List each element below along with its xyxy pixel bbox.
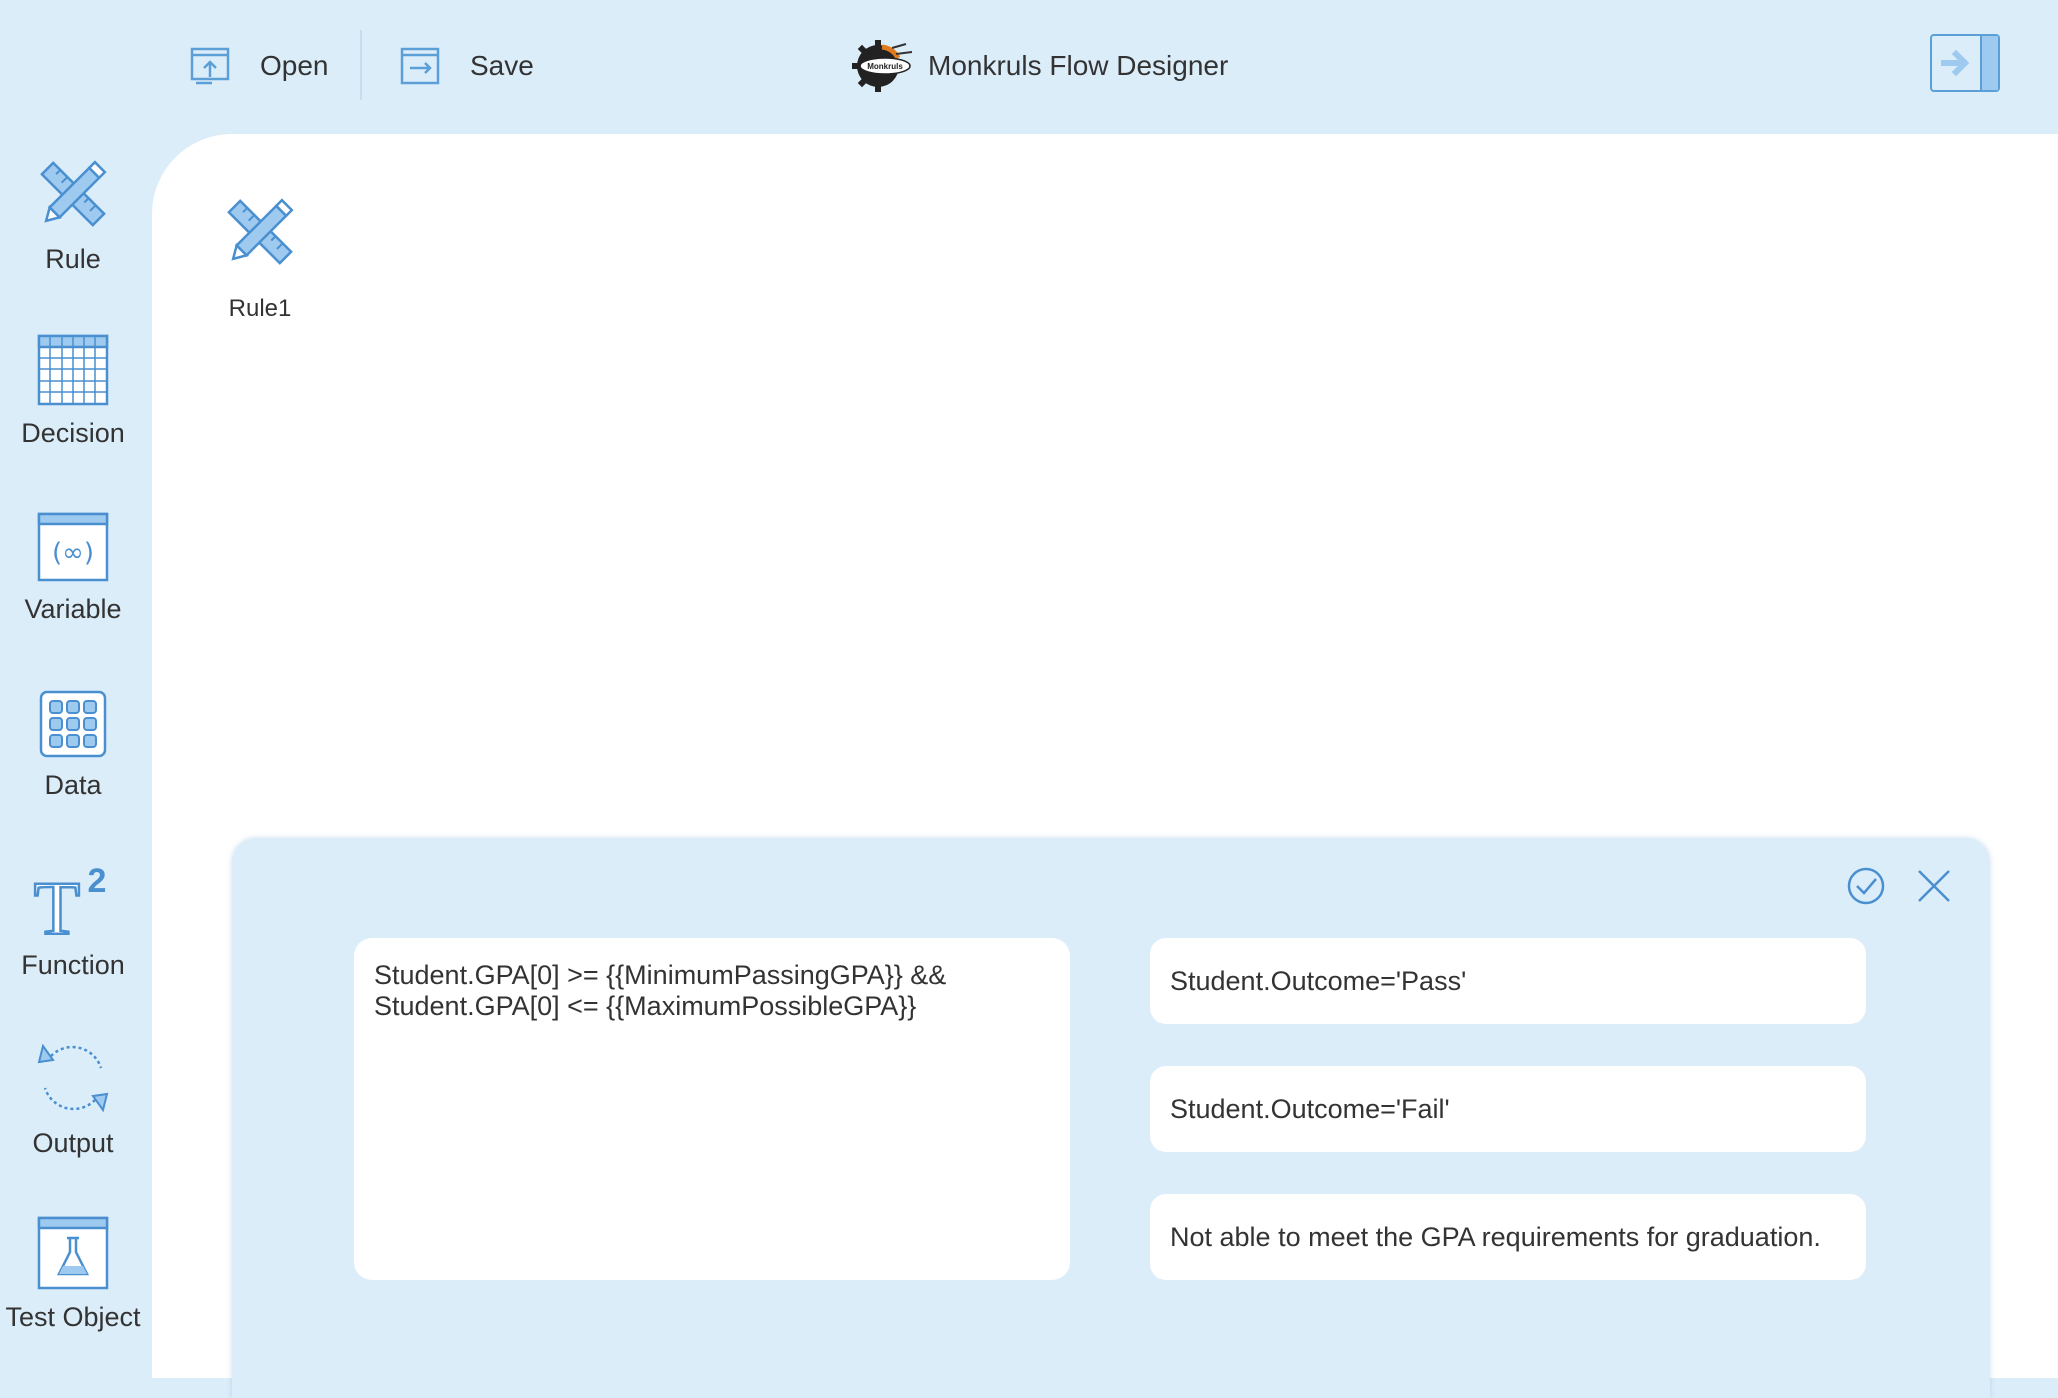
open-label: Open — [260, 50, 329, 81]
sidebar-item-rule[interactable]: Rule — [0, 156, 146, 275]
monkruls-logo: Monkruls — [852, 40, 913, 92]
rule-editor-panel: Student.GPA[0] >= {{MinimumPassingGPA}} … — [232, 838, 1990, 1398]
svg-text:(∞): (∞) — [52, 538, 94, 568]
sidebar-item-decision[interactable]: Decision — [0, 334, 146, 449]
save-button[interactable]: Save — [400, 36, 534, 96]
message-text: Not able to meet the GPA requirements fo… — [1170, 1221, 1821, 1252]
sidebar-label-decision: Decision — [21, 418, 125, 448]
test-object-icon — [37, 1216, 109, 1290]
sidebar-item-variable[interactable]: (∞) Variable — [0, 512, 146, 625]
sidebar-label-output: Output — [32, 1128, 114, 1158]
sidebar-label-rule: Rule — [45, 244, 101, 274]
sidebar-label-data: Data — [44, 770, 102, 800]
grid-icon — [37, 334, 109, 406]
sidebar-item-function[interactable]: T 2 Function — [0, 862, 146, 981]
function-icon: T 2 — [33, 862, 107, 938]
canvas-node-label: Rule1 — [228, 295, 292, 322]
sidebar-item-data[interactable]: Data — [0, 690, 146, 801]
component-sidebar: Rule Decision (∞) Variable Data T 2 Func… — [0, 134, 152, 1378]
else-action-input[interactable]: Student.Outcome='Fail' — [1150, 1066, 1866, 1152]
exit-button-bar — [1980, 36, 1998, 90]
data-icon — [39, 690, 107, 758]
message-input[interactable]: Not able to meet the GPA requirements fo… — [1150, 1194, 1866, 1280]
toolbar-divider — [360, 30, 362, 100]
design-canvas[interactable]: Rule1 Student.GPA[0] >= {{MinimumPassing… — [152, 134, 2058, 1398]
canvas-node-rule1[interactable]: Rule1 — [210, 194, 310, 323]
open-file-icon — [190, 47, 230, 85]
exit-button[interactable] — [1930, 34, 2000, 92]
condition-input[interactable]: Student.GPA[0] >= {{MinimumPassingGPA}} … — [354, 938, 1070, 1280]
close-icon[interactable] — [1916, 868, 1952, 904]
exit-arrow-icon — [1941, 49, 1970, 77]
output-icon — [37, 1043, 109, 1113]
then-action-text: Student.Outcome='Pass' — [1170, 965, 1467, 996]
svg-text:2: 2 — [88, 862, 107, 900]
rule-icon — [40, 160, 107, 227]
sidebar-item-output[interactable]: Output — [0, 1040, 146, 1159]
save-file-icon — [400, 47, 440, 85]
svg-text:T: T — [34, 867, 80, 938]
rule-icon — [227, 198, 294, 265]
sidebar-item-test-object[interactable]: Test Object — [0, 1216, 146, 1333]
open-button[interactable]: Open — [190, 36, 329, 96]
app-title-area: Monkruls Monkruls Flow Designer — [852, 36, 1228, 96]
confirm-check-icon[interactable] — [1846, 866, 1886, 906]
toolbar: Open Save Monkruls Monkruls Flow Designe — [0, 0, 2058, 134]
logo-text: Monkruls — [867, 62, 903, 71]
save-label: Save — [470, 50, 534, 81]
sidebar-label-function: Function — [21, 950, 125, 980]
else-action-text: Student.Outcome='Fail' — [1170, 1093, 1450, 1124]
sidebar-label-test-object: Test Object — [5, 1302, 141, 1332]
variable-icon: (∞) — [37, 512, 109, 582]
then-action-input[interactable]: Student.Outcome='Pass' — [1150, 938, 1866, 1024]
sidebar-label-variable: Variable — [24, 594, 122, 624]
app-title: Monkruls Flow Designer — [928, 50, 1229, 81]
